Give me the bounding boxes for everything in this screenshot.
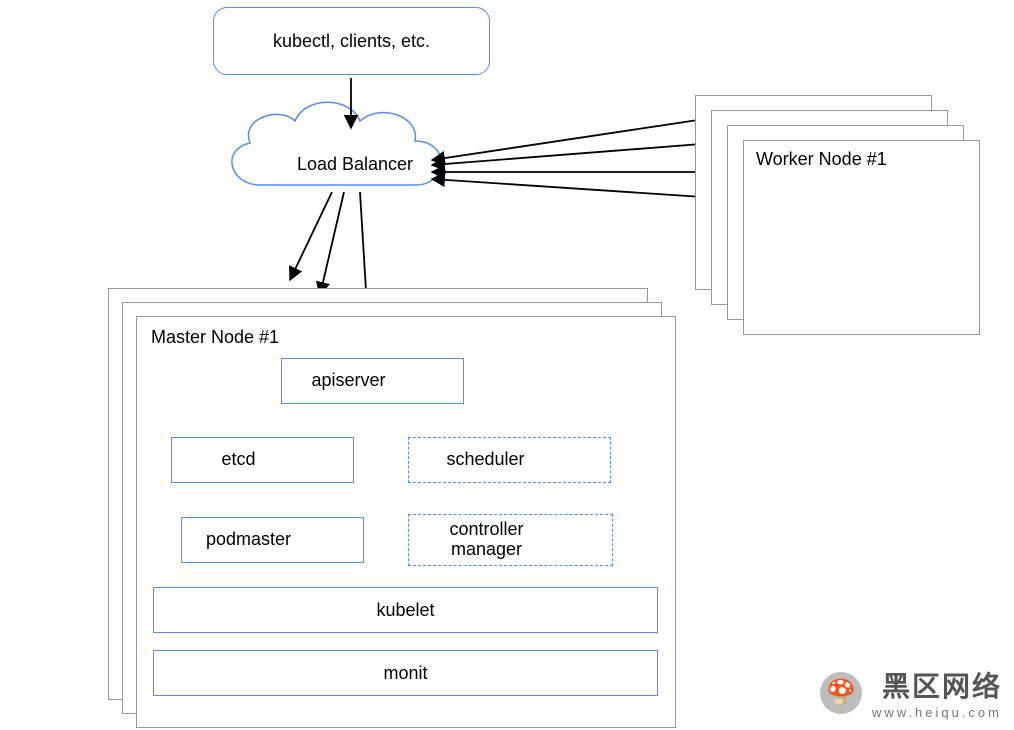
component-apiserver: apiserver — [281, 358, 464, 404]
component-kubelet: kubelet — [153, 587, 658, 633]
watermark-main: 黑区网络 — [882, 665, 1002, 705]
component-controller-manager: controller manager — [408, 514, 613, 566]
etcd-label: etcd — [172, 450, 305, 470]
monit-label: monit — [383, 663, 427, 684]
watermark-sub: www.heiqu.com — [872, 705, 1002, 720]
master-node-title: Master Node #1 — [151, 327, 279, 348]
podmaster-label: podmaster — [182, 530, 315, 550]
component-monit: monit — [153, 650, 658, 696]
worker-node-front: Worker Node #1 — [743, 140, 980, 335]
worker-node-title: Worker Node #1 — [756, 149, 887, 170]
component-podmaster: podmaster — [181, 517, 364, 563]
scheduler-label: scheduler — [409, 450, 562, 470]
apiserver-label: apiserver — [282, 371, 415, 391]
component-etcd: etcd — [171, 437, 354, 483]
controller-label: controller manager — [409, 520, 564, 560]
kubelet-label: kubelet — [376, 600, 434, 621]
clients-box: kubectl, clients, etc. — [213, 7, 490, 75]
watermark: 🍄 黑区网络 www.heiqu.com — [820, 665, 1002, 720]
component-scheduler: scheduler — [408, 437, 611, 483]
load-balancer-label: Load Balancer — [280, 154, 430, 175]
clients-label: kubectl, clients, etc. — [273, 31, 430, 52]
mushroom-icon: 🍄 — [820, 672, 862, 714]
